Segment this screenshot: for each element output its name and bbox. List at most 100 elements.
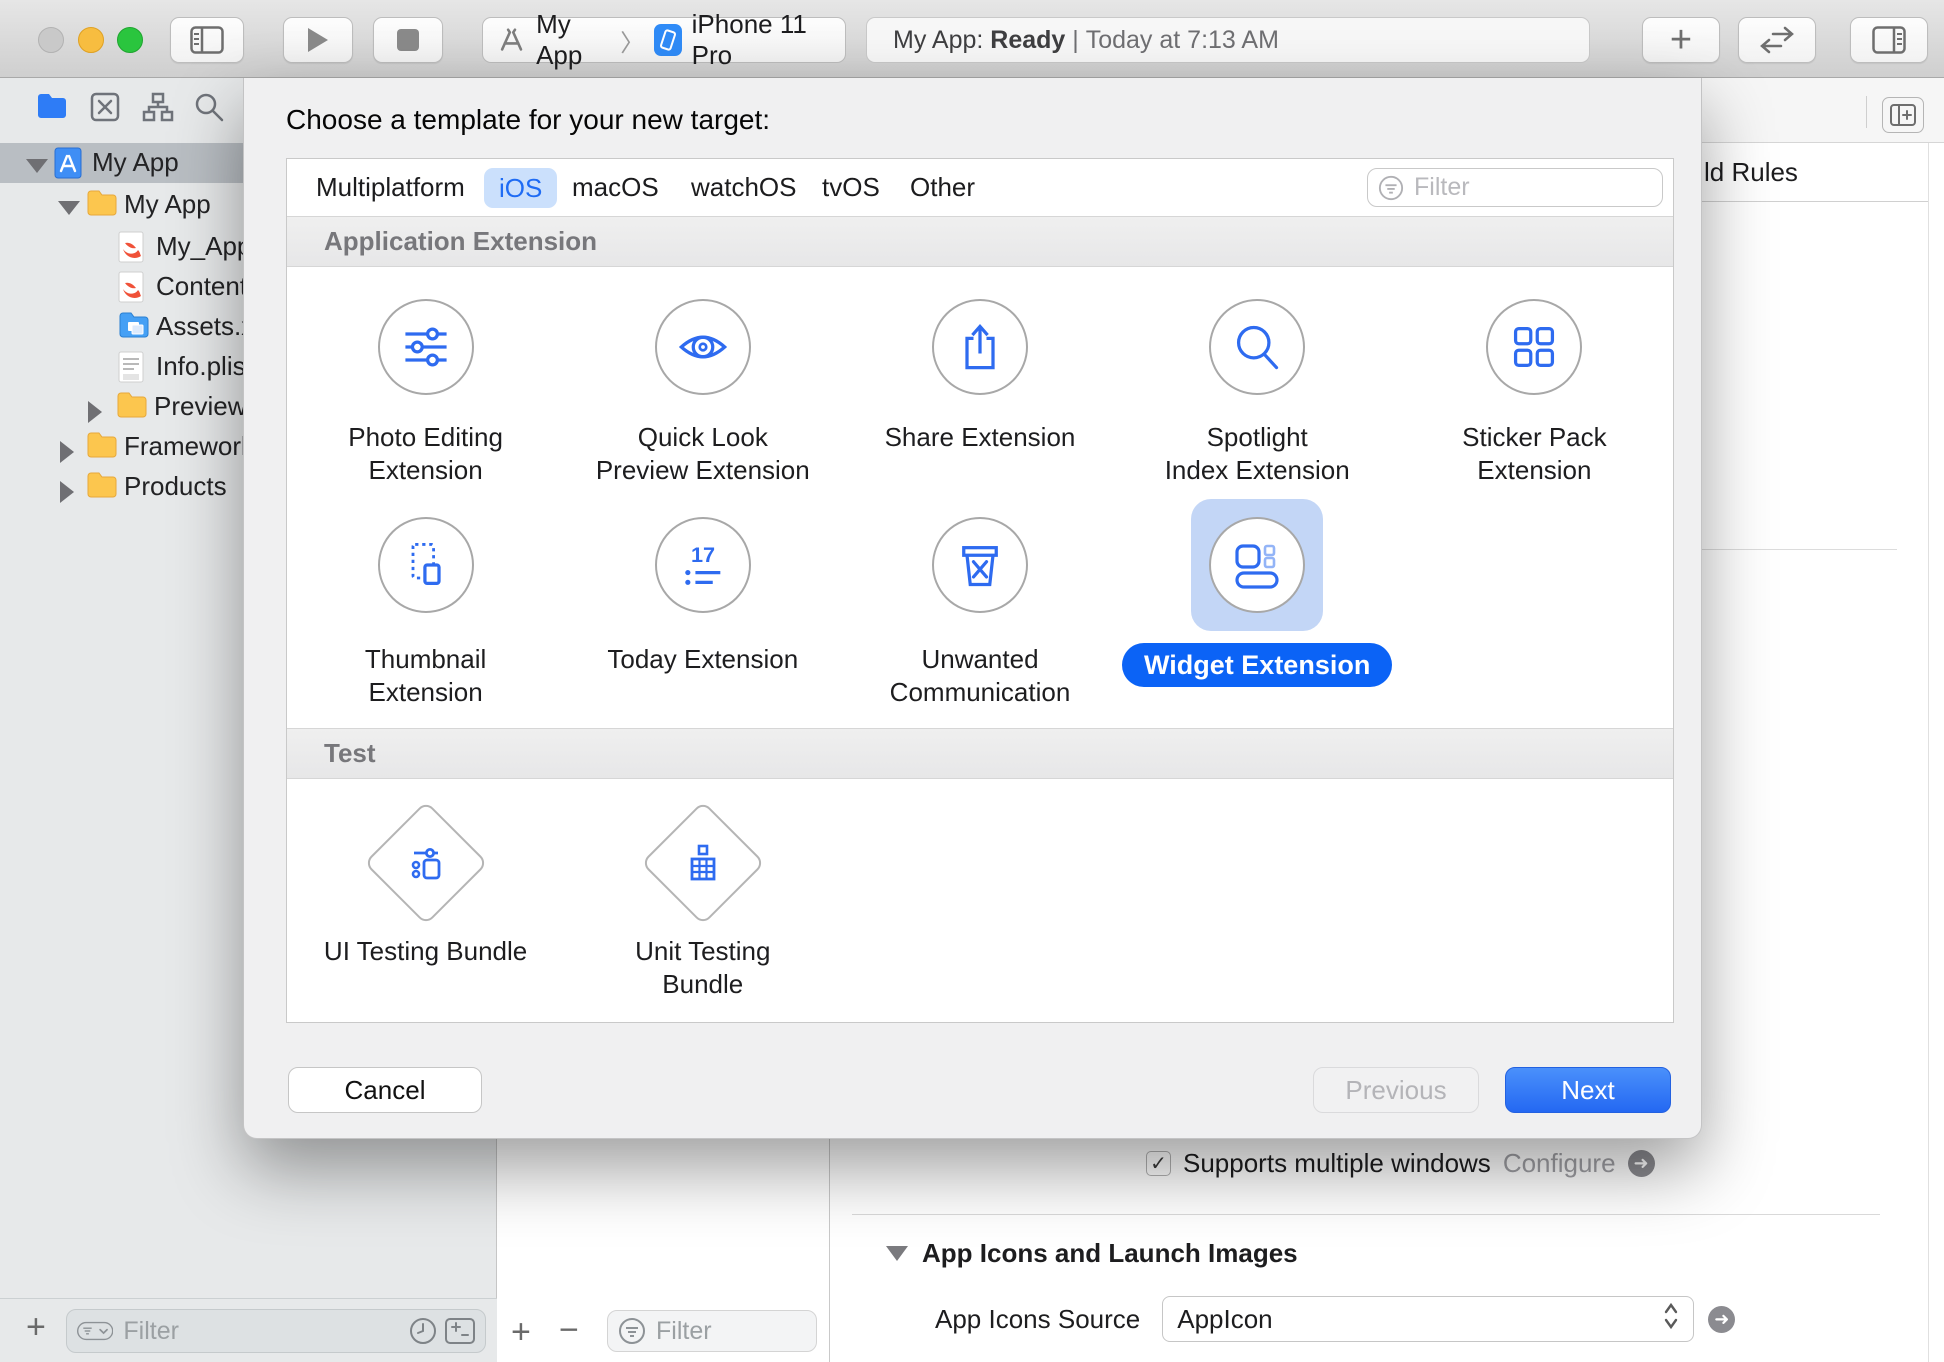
tab-multiplatform[interactable]: Multiplatform [316, 159, 465, 216]
folder-icon [86, 431, 118, 463]
scheme-selector[interactable]: My App 〉 iPhone 11 Pro [482, 17, 846, 63]
navigator-filter-field[interactable] [66, 1309, 486, 1353]
section-divider [1702, 549, 1897, 550]
remove-target-button[interactable]: − [559, 1311, 579, 1350]
version-editor-button[interactable] [1738, 17, 1816, 63]
template-label-line: Bundle [635, 968, 770, 1001]
app-icons-source-popup[interactable]: AppIcon [1162, 1296, 1694, 1342]
plus-icon: + [1670, 19, 1692, 62]
tab-ios[interactable]: iOS [484, 168, 557, 208]
tab-watchos[interactable]: watchOS [691, 159, 797, 216]
disclosure-closed-icon[interactable] [60, 481, 74, 503]
navigator-filter-bar: + [0, 1298, 497, 1362]
template-ui-testing-bundle[interactable]: UI Testing Bundle [287, 779, 564, 1024]
platform-tab-bar: Multiplatform iOS macOS watchOS tvOS Oth… [287, 159, 1673, 216]
editor-right-divider [1928, 143, 1929, 1362]
template-today-extension[interactable]: 17 Today Extension [564, 491, 841, 728]
find-navigator-tab[interactable] [194, 92, 226, 124]
run-button[interactable] [283, 17, 353, 63]
template-filter-input[interactable] [1412, 172, 1652, 203]
minimize-window-button[interactable] [78, 27, 104, 53]
sheet-title: Choose a template for your new target: [286, 104, 770, 136]
add-button[interactable]: + [1642, 17, 1720, 63]
template-unwanted-communication[interactable]: UnwantedCommunication [841, 491, 1118, 728]
disclosure-open-icon[interactable] [886, 1246, 908, 1261]
swift-file-icon [118, 231, 150, 263]
disclosure-closed-icon[interactable] [88, 401, 102, 423]
app-icons-arrow-button[interactable]: ➜ [1708, 1306, 1735, 1333]
template-sticker-pack-extension[interactable]: Sticker PackExtension [1396, 267, 1673, 491]
source-control-navigator-tab[interactable] [90, 92, 122, 124]
content-divider [852, 1214, 1880, 1215]
navigator-filter-input[interactable] [121, 1316, 401, 1347]
add-file-button[interactable]: + [26, 1308, 46, 1347]
xcode-window: My App 〉 iPhone 11 Pro My App: Ready | T… [0, 0, 1944, 1362]
disclosure-closed-icon[interactable] [60, 441, 74, 463]
app-icons-section-header: App Icons and Launch Images [886, 1238, 1298, 1269]
scheme-device-name: iPhone 11 Pro [692, 9, 831, 71]
previous-button[interactable]: Previous [1313, 1067, 1479, 1113]
cancel-button[interactable]: Cancel [288, 1067, 482, 1113]
template-spotlight-index-extension[interactable]: SpotlightIndex Extension [1119, 267, 1396, 491]
targets-filter-field[interactable] [607, 1310, 817, 1352]
app-icons-header-label: App Icons and Launch Images [922, 1238, 1298, 1269]
targets-filter-input[interactable] [654, 1316, 806, 1347]
template-filter-field[interactable] [1367, 168, 1663, 207]
template-quick-look-preview-extension[interactable]: Quick LookPreview Extension [564, 267, 841, 491]
tab-macos[interactable]: macOS [572, 159, 659, 216]
stop-button[interactable] [373, 17, 443, 63]
empty-cell [1396, 779, 1673, 1024]
right-panel-icon [1872, 26, 1906, 54]
template-share-extension[interactable]: Share Extension [841, 267, 1118, 491]
next-button[interactable]: Next [1505, 1067, 1671, 1113]
folder-icon [86, 471, 118, 503]
add-target-button[interactable]: + [511, 1313, 531, 1352]
zoom-window-button[interactable] [117, 27, 143, 53]
disclosure-open-icon[interactable] [26, 159, 48, 173]
folder-icon [116, 391, 148, 423]
popup-stepper-icon [1663, 1301, 1679, 1338]
filter-scope-icon [77, 1318, 113, 1344]
source-control-status-icon[interactable] [445, 1318, 475, 1344]
configure-link[interactable]: Configure [1503, 1148, 1616, 1179]
template-thumbnail-extension[interactable]: ThumbnailExtension [287, 491, 564, 728]
template-unit-testing-bundle[interactable]: Unit TestingBundle [564, 779, 841, 1024]
sticker-grid-icon [1508, 321, 1560, 373]
plist-icon [118, 351, 150, 383]
assets-icon [118, 311, 150, 343]
template-grid-row: ThumbnailExtension 17 Today Extension [287, 491, 1673, 728]
recent-files-clock-icon[interactable] [409, 1317, 437, 1345]
filter-icon [618, 1317, 646, 1345]
toggle-navigator-button[interactable] [170, 17, 244, 63]
template-label-line: Unit Testing [635, 935, 770, 968]
template-photo-editing-extension[interactable]: Photo EditingExtension [287, 267, 564, 491]
unit-testing-icon [679, 839, 727, 887]
template-widget-extension-selected[interactable]: Widget Extension [1119, 491, 1396, 728]
project-navigator-tab[interactable] [36, 92, 68, 124]
tree-label: Products [124, 471, 227, 502]
simulator-destination-icon [654, 24, 681, 56]
toolbar: My App 〉 iPhone 11 Pro My App: Ready | T… [0, 0, 1944, 78]
tab-tvos[interactable]: tvOS [822, 159, 880, 216]
app-icons-source-value: AppIcon [1177, 1304, 1272, 1335]
app-icons-source-label: App Icons Source [935, 1304, 1140, 1335]
tree-label: Info.plist [156, 351, 253, 382]
tab-other[interactable]: Other [910, 159, 975, 216]
empty-cell [1119, 779, 1396, 1024]
status-state: Ready [990, 26, 1065, 55]
template-label-line: Today Extension [607, 643, 798, 676]
configure-arrow-button[interactable]: ➜ [1628, 1150, 1655, 1177]
filter-icon [1378, 175, 1404, 201]
thumbnail-icon [400, 539, 452, 591]
add-editor-button[interactable] [1882, 97, 1924, 133]
checkmark-icon: ✓ [1150, 1151, 1167, 1176]
toggle-inspectors-button[interactable] [1850, 17, 1928, 63]
folder-icon [86, 189, 118, 221]
swap-arrows-icon [1759, 26, 1795, 54]
supports-multiple-windows-checkbox[interactable]: ✓ [1146, 1151, 1171, 1176]
close-window-button[interactable] [38, 27, 64, 53]
disclosure-open-icon[interactable] [58, 201, 80, 215]
symbol-navigator-tab[interactable] [142, 92, 174, 124]
project-doc-icon [54, 147, 86, 179]
status-time: Today at 7:13 AM [1086, 26, 1279, 55]
